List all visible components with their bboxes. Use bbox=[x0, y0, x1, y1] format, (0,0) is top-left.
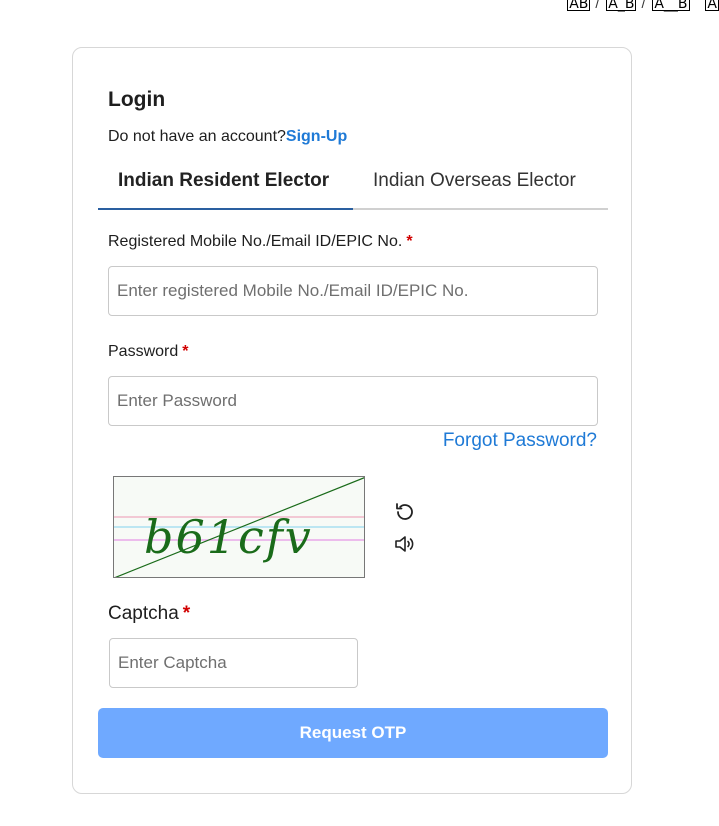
required-mark: * bbox=[182, 343, 189, 360]
id-field-label: Registered Mobile No./Email ID/EPIC No. * bbox=[108, 233, 413, 251]
speaker-icon[interactable] bbox=[393, 532, 417, 556]
password-input[interactable] bbox=[108, 376, 598, 426]
tab-indian-overseas-elector[interactable]: Indian Overseas Elector bbox=[373, 170, 576, 192]
page-title: Login bbox=[108, 88, 166, 111]
signup-link[interactable]: Sign-Up bbox=[286, 128, 347, 145]
request-otp-button[interactable]: Request OTP bbox=[98, 708, 608, 758]
font-size-contrast-button[interactable]: A bbox=[705, 0, 719, 11]
font-size-separator bbox=[690, 0, 706, 9]
required-mark: * bbox=[406, 233, 413, 250]
font-size-separator: / bbox=[641, 0, 646, 11]
login-card: Login Do not have an account?Sign-Up Ind… bbox=[72, 47, 632, 794]
captcha-label: Captcha * bbox=[108, 603, 190, 625]
tab-indian-resident-elector[interactable]: Indian Resident Elector bbox=[118, 170, 329, 192]
font-size-toolbar: AB / A_B / A__B A bbox=[48, 0, 719, 14]
captcha-image: b61cfv bbox=[113, 476, 365, 578]
captcha-graphic: b61cfv bbox=[114, 477, 364, 577]
password-label-text: Password bbox=[108, 343, 179, 360]
font-size-small-button[interactable]: AB bbox=[567, 0, 591, 11]
id-field-label-text: Registered Mobile No./Email ID/EPIC No. bbox=[108, 233, 403, 250]
font-size-large-button[interactable]: A__B bbox=[652, 0, 690, 11]
signup-prompt: Do not have an account?Sign-Up bbox=[108, 128, 347, 146]
elector-type-tabs: Indian Resident Elector Indian Overseas … bbox=[98, 166, 608, 210]
captcha-input[interactable] bbox=[109, 638, 358, 688]
captcha-label-text: Captcha bbox=[108, 603, 179, 624]
captcha-text: b61cfv bbox=[144, 510, 313, 564]
password-label: Password * bbox=[108, 343, 188, 361]
refresh-icon[interactable] bbox=[393, 500, 417, 524]
font-size-separator: / bbox=[595, 0, 600, 11]
id-input[interactable] bbox=[108, 266, 598, 316]
font-size-medium-button[interactable]: A_B bbox=[606, 0, 637, 11]
forgot-password-link[interactable]: Forgot Password? bbox=[443, 430, 597, 452]
active-tab-indicator bbox=[98, 208, 353, 210]
no-account-text: Do not have an account? bbox=[108, 128, 286, 145]
required-mark: * bbox=[182, 603, 191, 624]
